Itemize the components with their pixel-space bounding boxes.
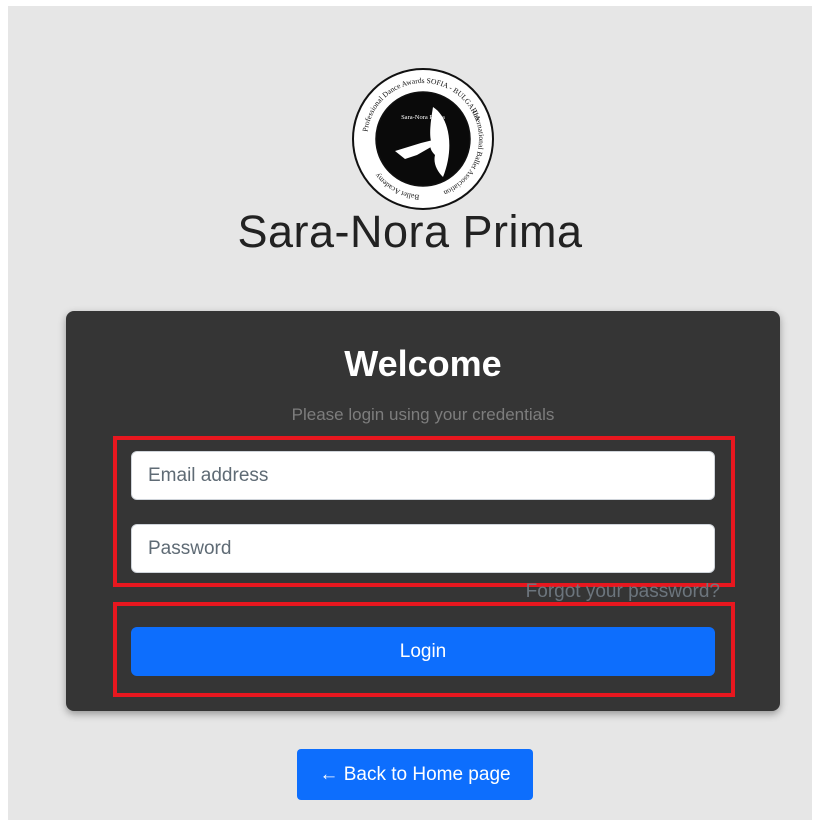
login-card: Welcome Please login using your credenti… (66, 311, 780, 711)
login-subtitle: Please login using your credentials (291, 405, 555, 424)
academy-seal-logo: Professional Dance Awards SOFIA - BULGAR… (352, 68, 494, 210)
forgot-password-link[interactable]: Forgot your password? (526, 581, 720, 603)
welcome-heading: Welcome (344, 343, 502, 384)
password-field[interactable] (131, 524, 715, 573)
email-field[interactable] (131, 451, 715, 500)
back-to-home-button[interactable]: ← Back to Home page (297, 749, 533, 800)
login-button[interactable]: Login (131, 627, 715, 676)
site-title: Sara-Nora Prima (237, 206, 583, 257)
page-background: Professional Dance Awards SOFIA - BULGAR… (8, 6, 812, 820)
